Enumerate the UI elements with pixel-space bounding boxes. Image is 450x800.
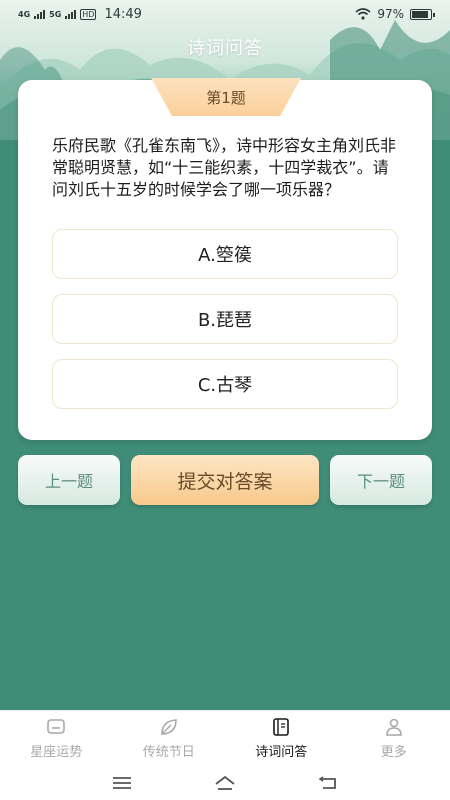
next-question-button[interactable]: 下一题: [330, 455, 432, 505]
signal-bars-icon: [34, 9, 46, 19]
option-b[interactable]: B.琵琶: [52, 294, 398, 344]
nav-label: 传统节日: [142, 745, 195, 760]
submit-answer-button[interactable]: 提交对答案: [131, 455, 319, 505]
option-a[interactable]: A.箜篌: [52, 229, 398, 279]
home-icon[interactable]: [213, 774, 237, 792]
nav-item-poetry-quiz[interactable]: 诗词问答: [225, 711, 338, 765]
question-text: 乐府民歌《孔雀东南飞》，诗中形容女主角刘氏非常聪明贤慧，如“十三能织素，十四学裁…: [52, 136, 397, 199]
signal-bars-icon: [65, 9, 77, 19]
status-bar: 4G 5G HD 14:49 97%: [0, 0, 450, 28]
nav-label: 诗词问答: [255, 745, 308, 760]
bottom-nav: 星座运势 传统节日 诗词问答 更多: [0, 710, 450, 765]
nav-label: 星座运势: [30, 745, 83, 760]
wifi-icon: [355, 8, 371, 20]
nav-label: 更多: [380, 745, 407, 760]
signal-label-2: 5G: [49, 9, 62, 19]
question-number-badge: 第1题: [151, 78, 301, 116]
back-icon[interactable]: [316, 774, 340, 792]
signal-label-1: 4G: [18, 9, 31, 19]
question-card: 第1题 乐府民歌《孔雀东南飞》，诗中形容女主角刘氏非常聪明贤慧，如“十三能织素，…: [18, 78, 432, 440]
system-nav-bar: [0, 765, 450, 800]
prev-question-button[interactable]: 上一题: [18, 455, 120, 505]
hd-badge: HD: [80, 8, 97, 20]
book-icon: [273, 718, 290, 736]
nav-item-more[interactable]: 更多: [338, 711, 450, 765]
page-title: 诗词问答: [187, 38, 263, 59]
status-time: 14:49: [104, 6, 142, 22]
leaf-icon: [160, 719, 177, 735]
battery-icon: [410, 8, 435, 20]
menu-icon[interactable]: [110, 774, 134, 792]
nav-item-horoscope[interactable]: 星座运势: [0, 711, 113, 765]
person-icon: [385, 718, 402, 736]
nav-item-festivals[interactable]: 传统节日: [113, 711, 226, 765]
battery-percent: 97%: [377, 7, 404, 21]
monitor-icon: [47, 719, 66, 734]
option-c[interactable]: C.古琴: [52, 359, 398, 409]
